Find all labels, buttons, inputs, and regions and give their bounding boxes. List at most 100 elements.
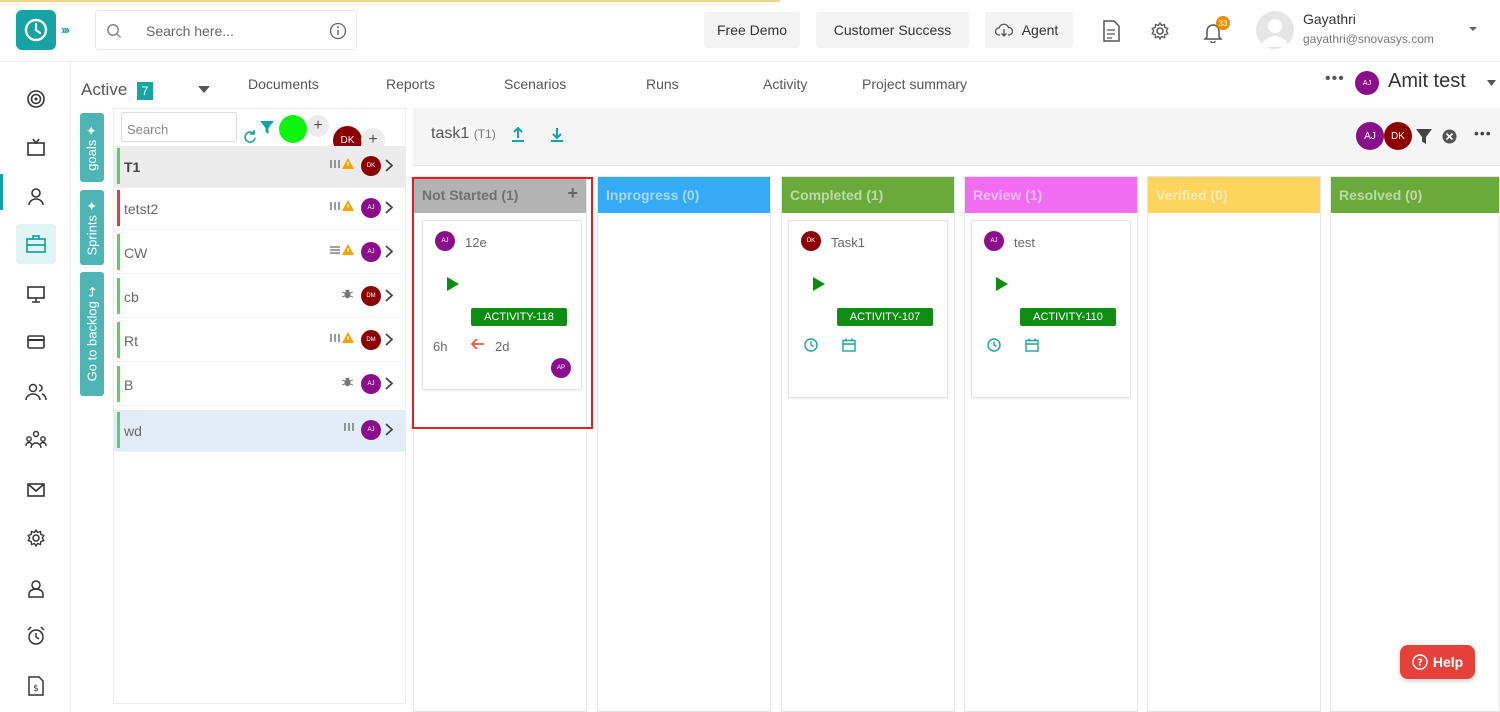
- task-row[interactable]: B AJ: [114, 364, 405, 406]
- status-dropdown-icon[interactable]: [198, 86, 210, 93]
- tab-scenarios[interactable]: Scenarios: [504, 76, 566, 92]
- clock-icon[interactable]: [987, 338, 1001, 352]
- sidebar-active-indicator: [0, 174, 3, 210]
- chevron-right-icon[interactable]: [385, 245, 393, 258]
- task-indicators: [330, 158, 354, 169]
- sprints-tab[interactable]: Sprints ✦: [80, 190, 104, 265]
- tab-documents[interactable]: Documents: [248, 76, 319, 92]
- sidebar-item-mail[interactable]: [16, 470, 56, 510]
- project-caret-icon[interactable]: [1487, 80, 1496, 86]
- column-title: Resolved (0): [1339, 187, 1423, 203]
- board-more-icon[interactable]: •••: [1474, 125, 1492, 141]
- board-member-avatar[interactable]: DK: [1384, 122, 1412, 150]
- tab-runs[interactable]: Runs: [646, 76, 679, 92]
- task-search-input[interactable]: Search: [121, 112, 237, 142]
- goals-tab[interactable]: goals ✦: [80, 113, 104, 182]
- sidebar-item-profile[interactable]: [16, 176, 56, 216]
- task-card[interactable]: AJ test ACTIVITY-110: [971, 220, 1131, 398]
- highlight-box: [412, 177, 593, 429]
- task-row[interactable]: CW AJ: [114, 232, 405, 274]
- help-button[interactable]: ? Help: [1400, 645, 1475, 679]
- sidebar-item-employee[interactable]: [16, 568, 56, 608]
- task-row[interactable]: tetst2 AJ: [114, 188, 405, 230]
- task-row[interactable]: Rt DM: [114, 320, 405, 362]
- priority-bars-icon: [330, 333, 340, 342]
- tv-icon: [27, 138, 45, 156]
- top-bar: ››› Search here... Free Demo Customer Su…: [0, 0, 1500, 62]
- tab-reports[interactable]: Reports: [386, 76, 435, 92]
- sidebar-item-billing[interactable]: [16, 322, 56, 362]
- free-demo-button[interactable]: Free Demo: [704, 12, 800, 48]
- expand-menu-icon[interactable]: ›››: [61, 22, 70, 37]
- sidebar-item-tv[interactable]: [16, 128, 56, 168]
- chevron-right-icon[interactable]: [385, 333, 393, 346]
- global-search[interactable]: Search here...: [95, 10, 357, 50]
- sidebar-item-timer[interactable]: [16, 616, 56, 656]
- gear-icon[interactable]: [1150, 21, 1170, 41]
- card-title: Task1: [831, 235, 865, 250]
- play-icon[interactable]: [996, 277, 1008, 291]
- sidebar-item-dashboard[interactable]: [16, 79, 56, 119]
- monitor-icon: [27, 286, 45, 303]
- board-filter-icon[interactable]: [1416, 129, 1432, 145]
- project-nav: Active 7 Documents Reports Scenarios Run…: [71, 62, 1500, 108]
- download-icon[interactable]: [550, 127, 564, 143]
- play-icon[interactable]: [813, 277, 825, 291]
- mail-icon: [27, 483, 45, 497]
- tab-project-summary[interactable]: Project summary: [862, 76, 967, 92]
- agent-button[interactable]: Agent: [985, 12, 1073, 48]
- column-header: Inprogress (0): [598, 177, 770, 213]
- calendar-icon[interactable]: [842, 338, 856, 352]
- clock-icon[interactable]: [804, 338, 818, 352]
- task-status-bar: [117, 278, 120, 314]
- backlog-tab[interactable]: Go to backlog ↪: [80, 272, 104, 396]
- badge-user-icon: [28, 580, 44, 598]
- project-selector[interactable]: Amit test: [1388, 70, 1466, 93]
- board-member-avatar[interactable]: AJ: [1356, 122, 1384, 150]
- column-header: Completed (1): [782, 177, 954, 213]
- upload-icon[interactable]: [511, 127, 525, 143]
- sidebar-item-projects[interactable]: [16, 224, 56, 264]
- board-header: task1 (T1) AJ DK •••: [413, 108, 1500, 166]
- chevron-right-icon[interactable]: [385, 159, 393, 172]
- chevron-right-icon[interactable]: [385, 377, 393, 390]
- sidebar-item-settings[interactable]: [16, 518, 56, 558]
- task-indicators: [330, 200, 354, 211]
- task-row[interactable]: T1 DK: [114, 146, 405, 188]
- info-icon[interactable]: [329, 22, 347, 40]
- calendar-icon[interactable]: [1025, 338, 1039, 352]
- sidebar-item-screens[interactable]: [16, 274, 56, 314]
- goals-tab-label: goals ✦: [84, 124, 99, 171]
- task-assignee-avatar: DM: [361, 286, 381, 306]
- sidebar-item-org[interactable]: [16, 420, 56, 460]
- document-icon[interactable]: [1102, 20, 1120, 42]
- refresh-icon[interactable]: [243, 130, 257, 144]
- search-input[interactable]: Search here...: [146, 23, 234, 39]
- customer-success-button[interactable]: Customer Success: [816, 12, 969, 48]
- bug-icon: [342, 289, 353, 299]
- status-filter-label[interactable]: Active: [81, 80, 127, 100]
- task-card[interactable]: DK Task1 ACTIVITY-107: [788, 220, 948, 398]
- chevron-right-icon[interactable]: [385, 423, 393, 436]
- user-name[interactable]: Gayathri: [1303, 11, 1356, 27]
- task-row[interactable]: wd AJ: [114, 410, 405, 452]
- users-icon: [25, 383, 47, 401]
- chevron-right-icon[interactable]: [385, 201, 393, 214]
- user-avatar[interactable]: [1256, 11, 1294, 49]
- app-logo[interactable]: [16, 10, 56, 50]
- sidebar-item-invoice[interactable]: $: [16, 666, 56, 706]
- user-email: gayathri@snovasys.com: [1303, 32, 1434, 46]
- tab-activity[interactable]: Activity: [763, 76, 807, 92]
- user-menu-caret-icon[interactable]: [1468, 26, 1478, 32]
- add-task-button[interactable]: +: [307, 115, 329, 137]
- clear-filter-icon[interactable]: [1442, 129, 1457, 144]
- credit-card-icon: [27, 335, 45, 349]
- chevron-right-icon[interactable]: [385, 289, 393, 302]
- filter-icon[interactable]: [260, 121, 274, 135]
- task-row[interactable]: cb DM: [114, 276, 405, 318]
- sidebar-item-team[interactable]: [16, 372, 56, 412]
- more-options-icon[interactable]: •••: [1325, 70, 1345, 88]
- cloud-download-icon: [995, 23, 1013, 37]
- column-verified: Verified (0): [1147, 176, 1321, 712]
- card-id-badge: ACTIVITY-107: [837, 308, 933, 326]
